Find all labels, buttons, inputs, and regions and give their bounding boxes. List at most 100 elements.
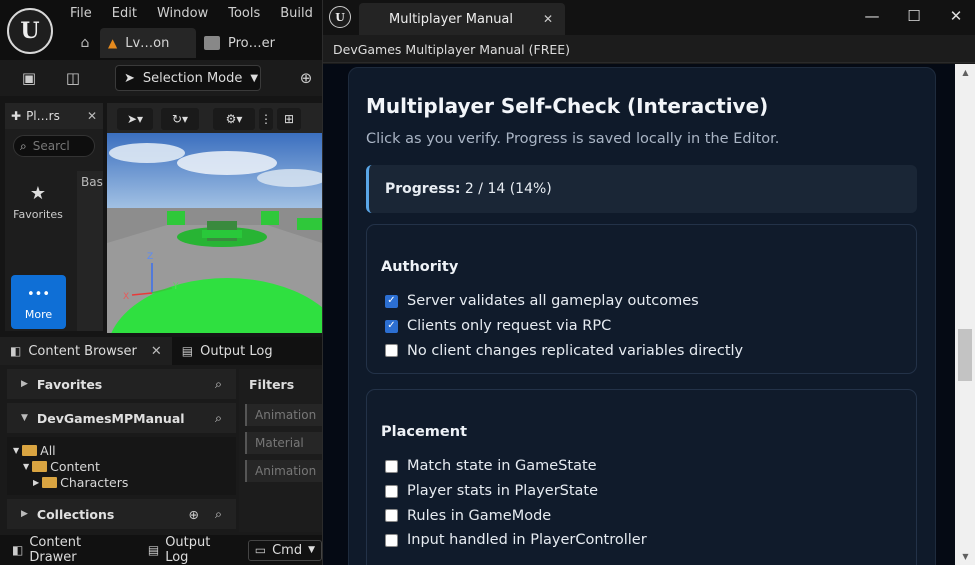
save-icon[interactable]: ▣ [18, 67, 40, 89]
project-row[interactable]: ▼ DevGamesMPManual ⌕ [7, 403, 236, 433]
checkbox-checked-icon[interactable]: ✓ [385, 294, 398, 308]
scroll-up-icon[interactable]: ▲ [955, 64, 975, 81]
menu-window[interactable]: Window [147, 6, 218, 21]
chevron-down-icon: ▼ [13, 446, 20, 455]
content-drawer-icon: ◧ [12, 543, 24, 557]
close-icon[interactable]: ✕ [543, 12, 553, 26]
chevron-right-icon: ▶ [21, 509, 28, 519]
content-browser-area: ◧ Content Browser ✕ ▤ Output Log ▶ Favor… [0, 337, 322, 537]
unreal-logo-icon[interactable]: U [7, 8, 53, 54]
place-actors-icon: ✚ [11, 109, 22, 123]
chevron-down-icon: ▼ [21, 413, 28, 423]
project-row-label: DevGamesMPManual [36, 410, 185, 426]
checkbox-checked-icon[interactable]: ✓ [385, 319, 398, 333]
tab-place-actors[interactable]: ✚ Pl…rs ✕ [5, 103, 103, 129]
kebab-menu-icon[interactable]: ⋮ [259, 108, 273, 130]
minimize-icon[interactable]: — [853, 4, 891, 28]
tab-project[interactable]: Pro…er [196, 28, 283, 58]
tree-item-all[interactable]: ▼ All [13, 443, 56, 458]
menu-tools[interactable]: Tools [218, 6, 270, 21]
add-collection-icon[interactable]: ⊕ [189, 507, 199, 522]
checklist-item-label: Server validates all gameplay outcomes [407, 293, 699, 310]
checklist-item[interactable]: Rules in GameMode [385, 503, 647, 528]
filter-chip-animation[interactable]: Animation [245, 404, 322, 426]
tree-characters-label: Characters [60, 475, 129, 490]
checklist-item[interactable]: No client changes replicated variables d… [385, 338, 743, 363]
tab-content-browser[interactable]: ◧ Content Browser ✕ [0, 337, 172, 365]
place-actors-search[interactable]: ⌕ Searcl [13, 135, 95, 157]
collections-row[interactable]: ▶ Collections ⊕ ⌕ [7, 499, 236, 529]
section-title: Authority [381, 259, 459, 275]
scroll-down-icon[interactable]: ▼ [955, 548, 975, 565]
checklist-item-label: Match state in GameState [407, 458, 597, 475]
filter-chip-animation-2[interactable]: Animation [245, 460, 322, 482]
checklist-item[interactable]: ✓ Server validates all gameplay outcomes [385, 289, 743, 314]
close-icon[interactable]: ✕ [151, 344, 162, 359]
cursor-icon: ➤ [124, 70, 135, 86]
manual-window: U Multiplayer Manual ✕ — ☐ ✕ DevGames Mu… [322, 0, 975, 565]
content-drawer-button[interactable]: ◧ Content Drawer [0, 535, 136, 565]
vertical-scrollbar[interactable]: ▲ ▼ [955, 64, 975, 565]
checkbox-icon[interactable] [385, 533, 398, 547]
tab-multiplayer-manual[interactable]: Multiplayer Manual ✕ [359, 3, 565, 35]
viewport-toolbar: ➤▾ ↻▾ ⚙▾ ⋮ ⊞ [107, 103, 322, 133]
tab-output-log[interactable]: ▤ Output Log [172, 337, 283, 365]
checklist-item[interactable]: ✓ Clients only request via RPC [385, 314, 743, 339]
menu-file[interactable]: File [60, 6, 102, 21]
checklist-item-label: Clients only request via RPC [407, 318, 612, 335]
transform-tool-icon[interactable]: ➤▾ [117, 108, 153, 130]
tab-level[interactable]: ▲ Lv…on [100, 28, 196, 58]
close-icon[interactable]: ✕ [87, 109, 97, 123]
folder-icon [42, 477, 58, 488]
favorites-row[interactable]: ▶ Favorites ⌕ [7, 369, 236, 399]
output-log-icon: ▤ [181, 344, 194, 358]
menu-edit[interactable]: Edit [102, 6, 147, 21]
checklist-item[interactable]: Match state in GameState [385, 454, 647, 479]
section-placement: Placement Match state in GameState Playe… [366, 389, 917, 565]
menu-build[interactable]: Build [270, 6, 322, 21]
tree-item-content[interactable]: ▼ Content [23, 459, 100, 474]
checkbox-icon[interactable] [385, 459, 398, 473]
window-close-icon[interactable]: ✕ [937, 4, 975, 28]
basic-category-column[interactable]: Basi [77, 171, 103, 331]
checkbox-icon[interactable] [385, 344, 398, 358]
search-icon[interactable]: ⌕ [215, 506, 222, 522]
output-log-button[interactable]: ▤ Output Log [136, 535, 242, 565]
svg-text:Z: Z [147, 252, 153, 262]
checkbox-icon[interactable] [385, 484, 398, 498]
search-icon[interactable]: ⌕ [215, 376, 222, 392]
selection-mode-dropdown[interactable]: ➤ Selection Mode ▼ [115, 65, 261, 91]
more-button[interactable]: ••• More [11, 275, 66, 329]
search-placeholder: Searcl [32, 139, 70, 153]
project-icon [204, 36, 220, 50]
folder-icon [32, 461, 48, 472]
tree-item-characters[interactable]: ▶ Characters [33, 475, 128, 490]
filter-chip-material[interactable]: Material [245, 432, 322, 454]
cmd-dropdown[interactable]: ▭ Cmd ▼ [247, 539, 322, 561]
search-icon[interactable]: ⌕ [215, 410, 222, 426]
manual-tab-label: Multiplayer Manual [389, 11, 514, 27]
checkbox-icon[interactable] [385, 509, 398, 523]
chevron-down-icon: ▼ [308, 545, 315, 555]
add-actor-icon[interactable]: ⊕ [295, 67, 317, 89]
settings-gear-icon[interactable]: ⚙▾ [213, 108, 255, 130]
layout-grid-icon[interactable]: ⊞ [277, 108, 301, 130]
svg-text:X: X [123, 292, 129, 302]
scrollbar-thumb[interactable] [958, 329, 972, 381]
favorites-category[interactable]: ★ Favorites [5, 183, 71, 221]
maximize-icon[interactable]: ☐ [895, 4, 933, 28]
favorites-row-label: Favorites [36, 376, 103, 392]
home-icon[interactable]: ⌂ [70, 28, 100, 58]
tab-project-label: Pro…er [228, 35, 275, 51]
window-subtitle: DevGames Multiplayer Manual (FREE) [323, 35, 975, 63]
filters-panel: Filters Animation Material Animation [239, 369, 322, 532]
snap-icon[interactable]: ↻▾ [161, 108, 199, 130]
unreal-logo-icon: U [329, 6, 351, 28]
page-title: Multiplayer Self-Check (Interactive) [366, 94, 769, 118]
checklist-item[interactable]: Input handled in PlayerController [385, 528, 647, 553]
browse-icon[interactable]: ◫ [62, 67, 84, 89]
content-browser-sources: ▶ Favorites ⌕ ▼ DevGamesMPManual ⌕ ▼ All… [7, 369, 236, 532]
checklist-item[interactable]: Player stats in PlayerState [385, 479, 647, 504]
checklist-item-label: No client changes replicated variables d… [407, 342, 744, 359]
level-viewport[interactable]: ➤▾ ↻▾ ⚙▾ ⋮ ⊞ Z X Y [107, 103, 322, 333]
